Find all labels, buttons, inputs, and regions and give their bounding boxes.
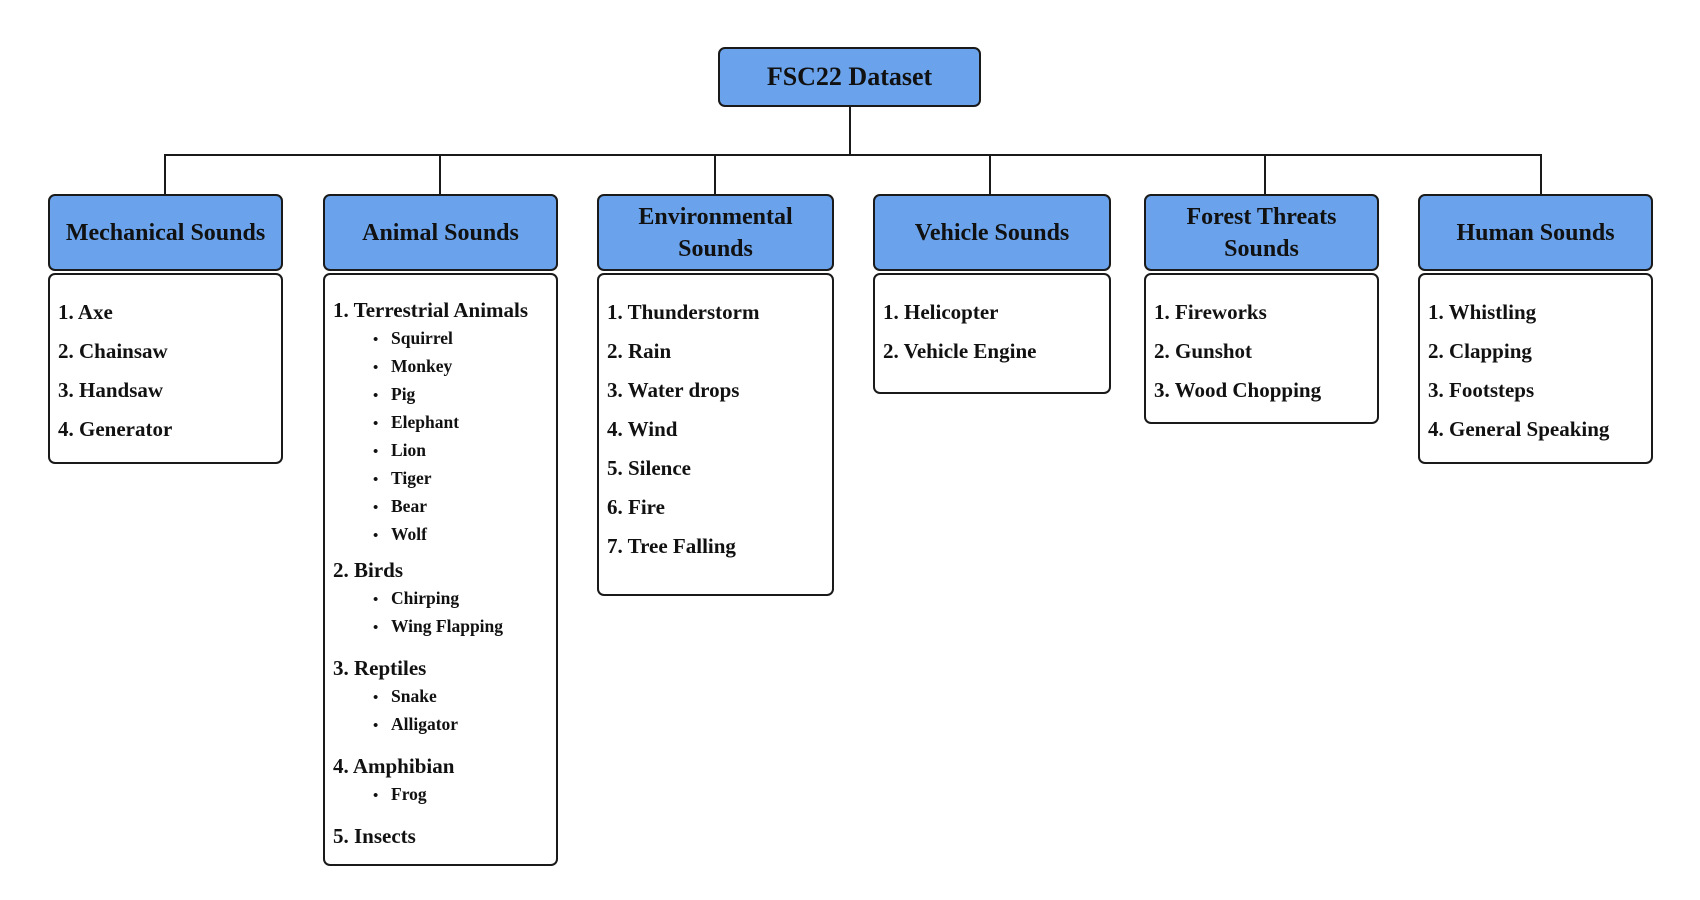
list-item: Chirping	[373, 585, 556, 613]
list-item: Frog	[373, 781, 556, 809]
group-label: 4. Amphibian	[333, 754, 455, 778]
category-list-vehicle: 1. Helicopter 2. Vehicle Engine	[873, 273, 1111, 394]
list-item: 4. Generator	[58, 417, 173, 441]
list-item: 7. Tree Falling	[607, 534, 736, 558]
list-item: 1. Axe	[58, 300, 113, 324]
list-item: Bear	[373, 493, 556, 521]
category-list-mechanical: 1. Axe 2. Chainsaw 3. Handsaw 4. Generat…	[48, 273, 283, 464]
list-item: 2. Chainsaw	[58, 339, 168, 363]
category-list-forest-threats: 1. Fireworks 2. Gunshot 3. Wood Chopping	[1144, 273, 1379, 424]
list-item: 1. Whistling	[1428, 300, 1537, 324]
list-item: 2. Vehicle Engine	[883, 339, 1037, 363]
list-item: Pig	[373, 381, 556, 409]
group-items: Squirrel Monkey Pig Elephant Lion Tiger …	[333, 325, 556, 549]
connector-environmental	[714, 154, 716, 194]
list-item: 2. Gunshot	[1154, 339, 1253, 363]
connector-forest-threats	[1264, 154, 1266, 194]
list-item: 3. Handsaw	[58, 378, 164, 402]
group-label: 1. Terrestrial Animals	[333, 298, 529, 322]
category-list-environmental: 1. Thunderstorm 2. Rain 3. Water drops 4…	[597, 273, 834, 596]
list-item: Snake	[373, 683, 556, 711]
category-list-animal: 1. Terrestrial Animals Squirrel Monkey P…	[323, 273, 558, 866]
group-items: Chirping Wing Flapping	[333, 585, 556, 641]
list-item: 5. Silence	[607, 456, 691, 480]
list-item: Tiger	[373, 465, 556, 493]
bus-line	[164, 154, 1542, 156]
category-title: Environmental Sounds	[638, 203, 793, 262]
group-label: 3. Reptiles	[333, 656, 427, 680]
list-item: 3. Footsteps	[1428, 378, 1535, 402]
category-title: Forest Threats Sounds	[1186, 203, 1337, 262]
category-header-human: Human Sounds	[1418, 194, 1653, 271]
list-item: Alligator	[373, 711, 556, 739]
category-header-environmental: Environmental Sounds	[597, 194, 834, 271]
list-item: Wolf	[373, 521, 556, 549]
category-title: Mechanical Sounds	[65, 219, 266, 246]
group-items: Frog	[333, 781, 556, 809]
list-item: Lion	[373, 437, 556, 465]
list-item: 3. Wood Chopping	[1154, 378, 1322, 402]
root-node: FSC22 Dataset	[718, 47, 981, 107]
category-title: Human Sounds	[1456, 219, 1615, 246]
list-item: Squirrel	[373, 325, 556, 353]
list-item: Wing Flapping	[373, 613, 556, 641]
connector-mechanical	[164, 154, 166, 194]
connector-human	[1540, 154, 1542, 194]
list-item: Elephant	[373, 409, 556, 437]
list-item: 2. Rain	[607, 339, 672, 363]
category-title: Vehicle Sounds	[914, 219, 1070, 246]
list-item: 4. General Speaking	[1428, 417, 1610, 441]
list-item: 2. Clapping	[1428, 339, 1532, 363]
category-header-mechanical: Mechanical Sounds	[48, 194, 283, 271]
connector-animal	[439, 154, 441, 194]
connector-vehicle	[989, 154, 991, 194]
category-title: Animal Sounds	[362, 219, 519, 246]
group-label: 2. Birds	[333, 558, 404, 582]
category-header-forest-threats: Forest Threats Sounds	[1144, 194, 1379, 271]
list-item: 6. Fire	[607, 495, 665, 519]
category-list-human: 1. Whistling 2. Clapping 3. Footsteps 4.…	[1418, 273, 1653, 464]
group-items: Snake Alligator	[333, 683, 556, 739]
list-item: 1. Helicopter	[883, 300, 999, 324]
category-header-animal: Animal Sounds	[323, 194, 558, 271]
category-header-vehicle: Vehicle Sounds	[873, 194, 1111, 271]
list-item: 1. Fireworks	[1154, 300, 1267, 324]
list-item: Monkey	[373, 353, 556, 381]
list-item: 3. Water drops	[607, 378, 740, 402]
root-title: FSC22 Dataset	[766, 62, 933, 91]
list-item: 1. Thunderstorm	[607, 300, 760, 324]
list-item: 4. Wind	[607, 417, 678, 441]
root-connector	[849, 107, 851, 156]
group-label: 5. Insects	[333, 824, 416, 848]
